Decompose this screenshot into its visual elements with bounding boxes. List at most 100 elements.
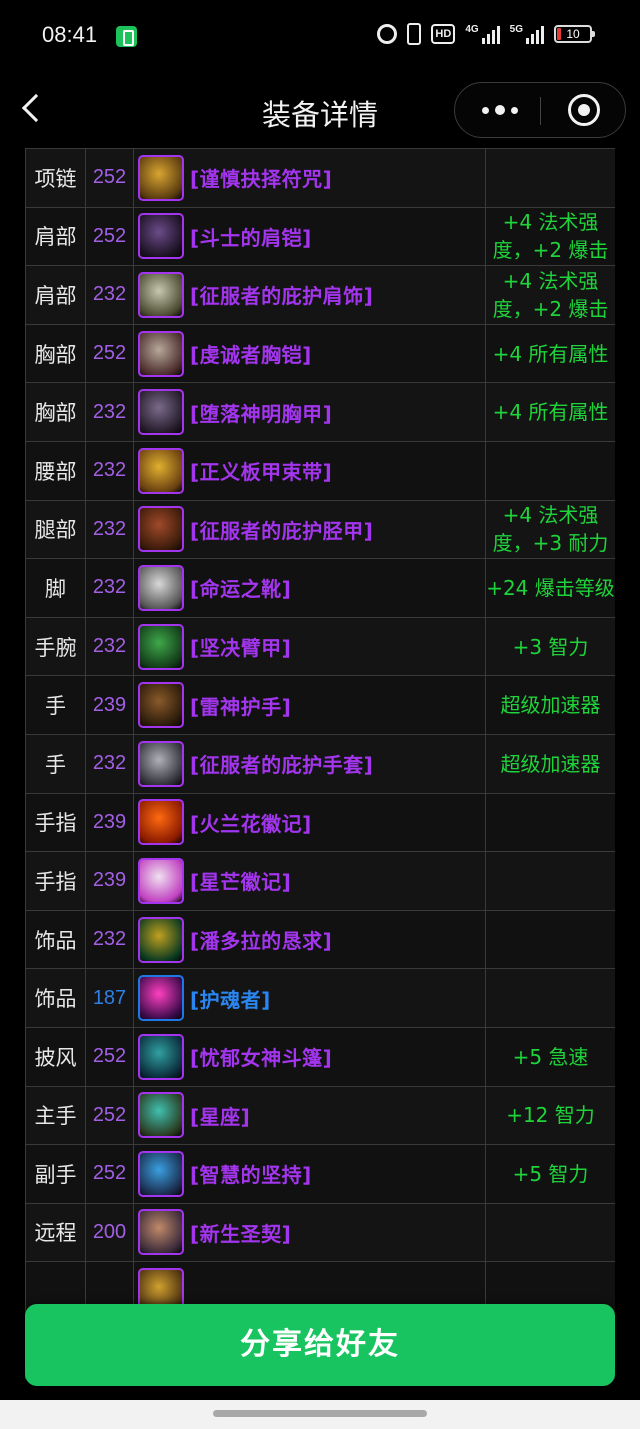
item-name-link[interactable]: [潘多拉的恳求] [190, 925, 332, 954]
item-level-cell: 232 [85, 616, 134, 677]
gear-row[interactable]: 胸部 232 [堕落神明胸甲] +4 所有属性 [25, 382, 615, 442]
slot-cell: 项链 [25, 148, 86, 208]
item-name-link[interactable]: [谨慎抉择符咒] [190, 163, 332, 192]
shoulder-icon[interactable] [138, 271, 184, 318]
enchant-cell [485, 909, 615, 970]
trinket-icon[interactable] [138, 916, 184, 963]
necklace-icon[interactable] [138, 154, 184, 201]
item-level-cell: 252 [85, 148, 134, 208]
gloves-icon[interactable] [138, 740, 184, 787]
gear-row[interactable]: 手 239 [雷神护手] 超级加速器 [25, 675, 615, 735]
item-name-link[interactable]: [雷神护手] [190, 691, 291, 720]
boots-icon[interactable] [138, 564, 184, 611]
item-name-link[interactable]: [新生圣契] [190, 1218, 291, 1247]
item-cell[interactable]: [火兰花徽记] [133, 792, 486, 853]
item-cell[interactable]: [命运之靴] [133, 558, 486, 618]
gear-row[interactable]: 饰品 232 [潘多拉的恳求] [25, 909, 615, 970]
mainhand-icon[interactable] [138, 1092, 184, 1139]
item-name-link[interactable]: [星座] [190, 1101, 250, 1130]
item-name-link[interactable]: [正义板甲束带] [190, 456, 332, 485]
belt-icon[interactable] [138, 447, 184, 494]
item-cell[interactable]: [征服者的庇护胫甲] [133, 499, 486, 560]
signal-5g-label: 5G [509, 24, 523, 35]
more-icon[interactable] [477, 96, 525, 124]
item-cell[interactable]: [虔诚者胸铠] [133, 323, 486, 384]
slot-cell: 手腕 [25, 616, 86, 677]
bracer-icon[interactable] [138, 623, 184, 670]
item-cell[interactable]: [智慧的坚持] [133, 1144, 486, 1204]
ring-icon[interactable] [138, 857, 184, 904]
item-cell[interactable]: [堕落神明胸甲] [133, 382, 486, 442]
gear-row[interactable]: 腰部 232 [正义板甲束带] [25, 440, 615, 501]
item-name-link[interactable]: [火兰花徽记] [190, 808, 312, 837]
enchant-cell: +4 法术强度，+3 耐力 [485, 499, 615, 560]
gloves-icon[interactable] [138, 682, 184, 729]
home-indicator[interactable] [213, 1410, 427, 1417]
item-cell[interactable]: [新生圣契] [133, 1202, 486, 1263]
status-icons: HD 4G 5G 10 [377, 23, 595, 45]
item-level-cell: 252 [85, 1026, 134, 1087]
item-cell[interactable]: [忧郁女神斗篷] [133, 1026, 486, 1087]
ring-icon[interactable] [138, 799, 184, 846]
item-name-link[interactable]: [星芒徽记] [190, 866, 291, 895]
gear-row[interactable]: 肩部 252 [斗士的肩铠] +4 法术强度，+2 爆击 [25, 206, 615, 267]
slot-cell: 手 [25, 675, 86, 735]
item-cell[interactable]: [正义板甲束带] [133, 440, 486, 501]
item-cell[interactable]: [护魂者] [133, 968, 486, 1028]
gear-row[interactable]: 手腕 232 [坚决臂甲] +3 智力 [25, 616, 615, 677]
gear-row[interactable]: 手指 239 [星芒徽记] [25, 851, 615, 911]
gear-row[interactable]: 手 232 [征服者的庇护手套] 超级加速器 [25, 733, 615, 794]
gear-row[interactable]: 披风 252 [忧郁女神斗篷] +5 急速 [25, 1026, 615, 1087]
gear-row[interactable]: 主手 252 [星座] +12 智力 [25, 1085, 615, 1146]
item-name-link[interactable]: [坚决臂甲] [190, 632, 291, 661]
slot-cell: 饰品 [25, 968, 86, 1028]
slot-cell: 主手 [25, 1085, 86, 1146]
item-name-link[interactable]: [征服者的庇护胫甲] [190, 515, 373, 544]
item-cell[interactable]: [征服者的庇护手套] [133, 733, 486, 794]
item-name-link[interactable]: [征服者的庇护肩饰] [190, 280, 373, 309]
gear-table-container[interactable]: 项链 252 [谨慎抉择符咒] 肩部 252 [斗士的肩铠] +4 法术强度，+2 爆击 肩部… [25, 148, 615, 1400]
chest-icon[interactable] [138, 389, 184, 436]
item-name-link[interactable]: [智慧的坚持] [190, 1159, 312, 1188]
item-cell[interactable]: [征服者的庇护肩饰] [133, 265, 486, 325]
slot-cell: 远程 [25, 1202, 86, 1263]
item-name-link[interactable]: [堕落神明胸甲] [190, 398, 332, 427]
gear-row[interactable]: 饰品 187 [护魂者] [25, 968, 615, 1028]
cloak-icon[interactable] [138, 1033, 184, 1080]
gear-row[interactable]: 副手 252 [智慧的坚持] +5 智力 [25, 1144, 615, 1204]
item-level-cell: 239 [85, 675, 134, 735]
item-cell[interactable]: [星座] [133, 1085, 486, 1146]
gear-row[interactable]: 项链 252 [谨慎抉择符咒] [25, 148, 615, 208]
gear-row[interactable]: 腿部 232 [征服者的庇护胫甲] +4 法术强度，+3 耐力 [25, 499, 615, 560]
item-name-link[interactable]: [护魂者] [190, 984, 271, 1013]
item-level-cell: 232 [85, 382, 134, 442]
item-cell[interactable]: [潘多拉的恳求] [133, 909, 486, 970]
item-level-cell: 232 [85, 265, 134, 325]
item-name-link[interactable]: [命运之靴] [190, 573, 291, 602]
close-mini-program-icon[interactable] [568, 94, 600, 126]
item-level-cell: 252 [85, 323, 134, 384]
item-name-link[interactable]: [虔诚者胸铠] [190, 339, 312, 368]
legs-icon[interactable] [138, 506, 184, 553]
shoulder-icon[interactable] [138, 213, 184, 260]
item-cell[interactable]: [星芒徽记] [133, 851, 486, 911]
offhand-icon[interactable] [138, 1150, 184, 1197]
gear-row[interactable]: 肩部 232 [征服者的庇护肩饰] +4 法术强度，+2 爆击 [25, 265, 615, 325]
trinket-icon[interactable] [138, 975, 184, 1022]
item-cell[interactable]: [雷神护手] [133, 675, 486, 735]
relic-icon[interactable] [138, 1209, 184, 1256]
item-cell[interactable]: [谨慎抉择符咒] [133, 148, 486, 208]
signal-4g-label: 4G [465, 24, 479, 35]
gear-row[interactable]: 手指 239 [火兰花徽记] [25, 792, 615, 853]
item-name-link[interactable]: [忧郁女神斗篷] [190, 1042, 332, 1071]
item-name-link[interactable]: [斗士的肩铠] [190, 222, 312, 251]
chest-icon[interactable] [138, 330, 184, 377]
gear-row[interactable]: 远程 200 [新生圣契] [25, 1202, 615, 1263]
item-cell[interactable]: [斗士的肩铠] [133, 206, 486, 267]
share-to-friends-button[interactable]: 分享给好友 [25, 1304, 615, 1386]
gear-row[interactable]: 胸部 252 [虔诚者胸铠] +4 所有属性 [25, 323, 615, 384]
item-name-link[interactable]: [征服者的庇护手套] [190, 749, 373, 778]
item-cell[interactable]: [坚决臂甲] [133, 616, 486, 677]
gear-row[interactable]: 脚 232 [命运之靴] +24 爆击等级 [25, 558, 615, 618]
item-level-cell: 187 [85, 968, 134, 1028]
